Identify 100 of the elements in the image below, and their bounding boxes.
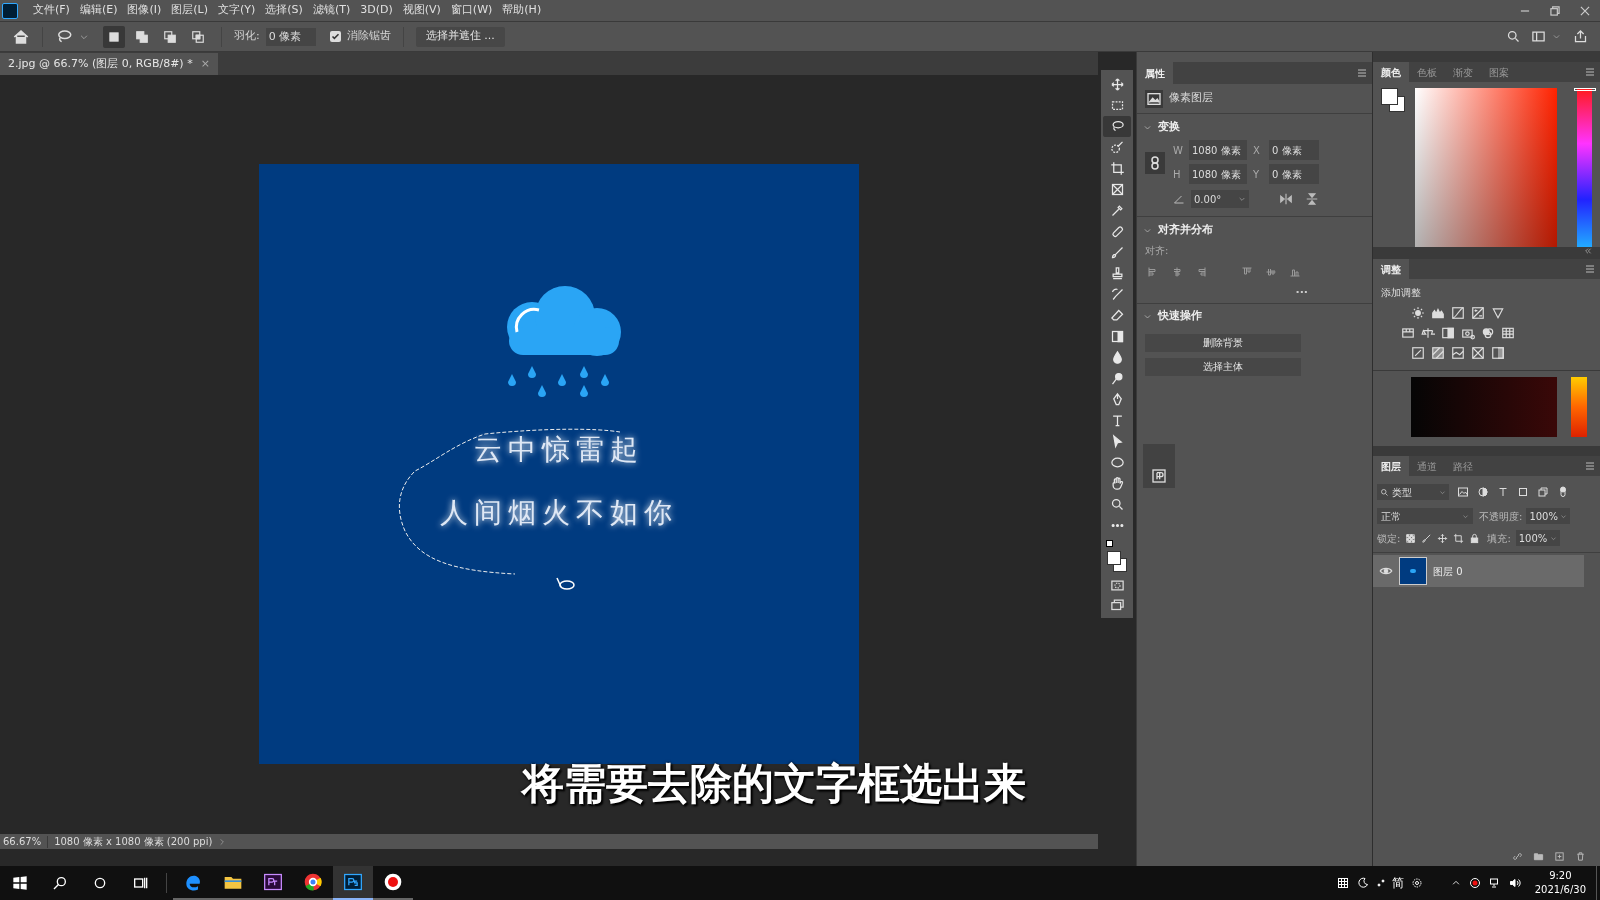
align-right-icon[interactable]	[1195, 266, 1207, 278]
flip-vertical-icon[interactable]	[1305, 192, 1319, 206]
fill-field[interactable]: 100%	[1515, 530, 1560, 546]
panel-tab[interactable]: 颜色	[1373, 62, 1409, 82]
settings-icon[interactable]	[1410, 877, 1423, 889]
exposure-icon[interactable]	[1471, 306, 1485, 320]
color-field[interactable]	[1415, 88, 1557, 247]
antialias-checkbox[interactable]	[329, 31, 341, 42]
task-view-icon[interactable]	[132, 875, 148, 891]
link-icon[interactable]	[1145, 152, 1165, 174]
delete-icon[interactable]	[1575, 850, 1586, 862]
opacity-field[interactable]: 100%	[1526, 508, 1571, 524]
document-tab[interactable]: 2.jpg @ 66.7% (图层 0, RGB/8#) * ×	[0, 53, 218, 75]
crop-icon[interactable]	[1109, 161, 1125, 176]
lasso-icon[interactable]	[1109, 119, 1125, 134]
feather-field[interactable]: 0 像素	[265, 27, 316, 46]
record-tray-icon[interactable]	[1468, 877, 1481, 889]
collapse-icon[interactable]	[1584, 247, 1592, 255]
panel-tab[interactable]: 渐变	[1445, 62, 1481, 82]
menu-item[interactable]: 图层(L)	[166, 0, 213, 21]
chevron-up-icon[interactable]	[1450, 878, 1461, 888]
network-icon[interactable]	[1488, 877, 1501, 889]
camera-icon[interactable]	[1461, 326, 1475, 340]
lock-all-icon[interactable]	[1469, 532, 1481, 544]
type-filter-icon[interactable]	[1497, 486, 1509, 498]
triangle-icon[interactable]	[1491, 306, 1505, 320]
menu-item[interactable]: 选择(S)	[260, 0, 308, 21]
flip-horizontal-icon[interactable]	[1279, 192, 1293, 206]
tab-close-button[interactable]: ×	[200, 55, 210, 73]
screen-mode-icon[interactable]	[1109, 597, 1125, 612]
frame-icon[interactable]	[1109, 182, 1125, 197]
section-title[interactable]: 对齐并分布	[1158, 221, 1213, 239]
balance-icon[interactable]	[1421, 326, 1435, 340]
half-filled-square-icon[interactable]	[1441, 326, 1455, 340]
menu-item[interactable]: 3D(D)	[355, 0, 398, 21]
share-icon[interactable]	[1573, 29, 1588, 44]
windows-start-icon[interactable]	[12, 875, 28, 891]
lock-transparency-icon[interactable]	[1405, 532, 1417, 544]
stamp-icon[interactable]	[1109, 266, 1125, 281]
angle-field[interactable]: 0.00°	[1191, 190, 1249, 208]
premiere-icon[interactable]	[263, 872, 283, 892]
panel-tab[interactable]: 图层	[1373, 456, 1409, 476]
new-layer-icon[interactable]	[1554, 850, 1565, 862]
ellipse-icon[interactable]	[1109, 455, 1125, 470]
selective-color-icon[interactable]	[1471, 346, 1485, 360]
color-swatches-icon[interactable]	[1381, 88, 1407, 114]
blend-mode-dropdown[interactable]: 正常	[1377, 508, 1473, 524]
panel-tab[interactable]: 图案	[1481, 62, 1517, 82]
filter-toggle-icon[interactable]	[1557, 486, 1569, 498]
menu-icon[interactable]	[1356, 67, 1368, 79]
eraser-icon[interactable]	[1109, 308, 1125, 323]
lock-artboard-icon[interactable]	[1453, 532, 1465, 544]
home-icon[interactable]	[12, 27, 30, 46]
history-brush-icon[interactable]	[1109, 287, 1125, 302]
shape-filter-icon[interactable]	[1517, 486, 1529, 498]
channel-mixer-icon[interactable]	[1481, 326, 1495, 340]
lasso-tool[interactable]	[1103, 116, 1131, 137]
hand-icon[interactable]	[1109, 476, 1125, 491]
new-group-icon[interactable]	[1533, 850, 1544, 862]
dodge-icon[interactable]	[1109, 371, 1125, 386]
lock-position-icon[interactable]	[1437, 532, 1449, 544]
menu-item[interactable]: 窗口(W)	[445, 0, 498, 21]
photoshop-taskbar-button[interactable]	[333, 866, 373, 900]
pixel-filter-icon[interactable]	[1457, 486, 1469, 498]
quick-action-button[interactable]: 选择主体	[1145, 357, 1301, 376]
adjustment-filter-icon[interactable]	[1477, 486, 1489, 498]
y-position-field[interactable]: 0 像素	[1269, 164, 1319, 184]
slider-thumb[interactable]	[1573, 88, 1596, 91]
x-position-field[interactable]: 0 像素	[1269, 140, 1319, 160]
keyboard-icon[interactable]	[1336, 877, 1349, 889]
panel-tab[interactable]: 色板	[1409, 62, 1445, 82]
threshold-icon[interactable]	[1451, 346, 1465, 360]
menu-icon[interactable]	[1584, 66, 1596, 78]
link-layers-icon[interactable]	[1512, 850, 1523, 862]
menu-item[interactable]: 滤镜(T)	[307, 0, 356, 21]
menu-item[interactable]: 文件(F)	[28, 0, 75, 21]
menu-item[interactable]: 文字(Y)	[213, 0, 261, 21]
levels-icon[interactable]	[1431, 306, 1445, 320]
workspace-icon[interactable]	[1531, 29, 1546, 44]
app-logo-icon[interactable]	[2, 2, 18, 19]
moon-icon[interactable]	[1356, 877, 1369, 889]
align-middle-icon[interactable]	[1265, 266, 1277, 278]
paragraph-icon[interactable]	[1151, 468, 1167, 484]
section-title[interactable]: 快速操作	[1158, 308, 1202, 325]
volume-icon[interactable]	[1508, 877, 1521, 889]
chrome-icon[interactable]	[303, 872, 323, 892]
curves-icon[interactable]	[1451, 306, 1465, 320]
color-swatches-icon[interactable]	[1104, 540, 1130, 574]
gradient-icon[interactable]	[1109, 329, 1125, 344]
quick-mask-icon[interactable]	[1109, 578, 1125, 593]
menu-item[interactable]: 编辑(E)	[74, 0, 123, 21]
height-field[interactable]: 1080 像素	[1189, 164, 1247, 184]
section-title[interactable]: 变换	[1158, 118, 1180, 136]
zoom-icon[interactable]	[1109, 497, 1125, 512]
cortana-icon[interactable]	[92, 875, 108, 891]
align-center-icon[interactable]	[1171, 266, 1183, 278]
menu-icon[interactable]	[1584, 263, 1596, 275]
color-lookup-icon[interactable]	[1401, 326, 1415, 340]
ime-mode-label[interactable]: 简	[1391, 874, 1404, 892]
more-button[interactable]: ...	[1295, 282, 1308, 299]
